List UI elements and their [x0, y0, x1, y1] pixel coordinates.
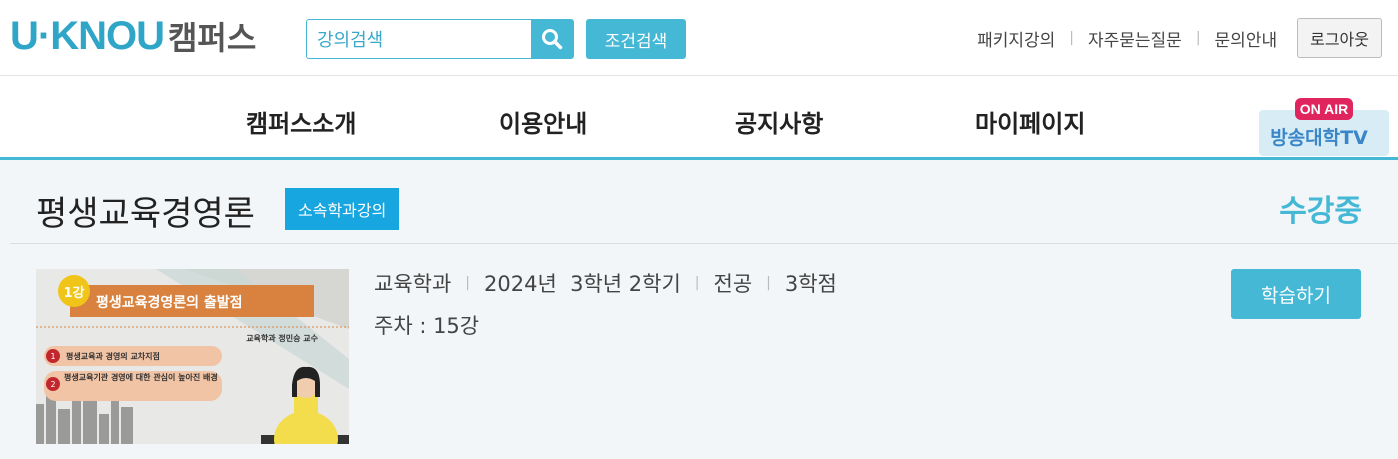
course-meta: 교육학과 | 2024년 3학년 2학기 | 전공 | 3학점 — [374, 268, 837, 298]
thumbnail-graphic: 1강 평생교육경영론의 출발점 교육학과 정민승 교수 1 평생교육과 경영의 … — [36, 269, 349, 444]
logo-main: U·KNOU — [10, 13, 165, 58]
course-title: 평생교육경영론 — [36, 194, 255, 234]
nav-item-mypage[interactable]: 마이페이지 — [975, 104, 1085, 139]
svg-text:1: 1 — [50, 352, 55, 361]
thumbnail-professor: 교육학과 정민승 교수 — [246, 333, 318, 343]
lecture-number: 1강 — [63, 285, 84, 301]
divider — [10, 243, 1398, 244]
course-department: 교육학과 — [374, 272, 452, 296]
course-term: 2024년 3학년 2학기 — [484, 272, 681, 296]
course-type: 전공 — [713, 272, 753, 296]
separator: | — [1069, 30, 1074, 46]
onair-badge: ON AIR — [1300, 101, 1348, 117]
logo-sub: 캠퍼스 — [167, 19, 257, 57]
thumbnail-point-1: 평생교육과 경영의 교차지점 — [66, 351, 160, 361]
nav-item-guide[interactable]: 이용안내 — [499, 104, 587, 139]
onair-graphic: ON AIR 방송대학TV — [1259, 98, 1389, 156]
search-box — [306, 19, 574, 59]
search-button[interactable] — [531, 20, 573, 58]
separator: | — [465, 275, 470, 291]
separator: | — [766, 275, 771, 291]
main-nav: 캠퍼스소개 이용안내 공지사항 마이페이지 — [0, 76, 1398, 160]
faq-link[interactable]: 자주묻는질문 — [1088, 26, 1182, 51]
onair-tv-banner[interactable]: ON AIR 방송대학TV — [1259, 98, 1389, 156]
logout-button[interactable]: 로그아웃 — [1297, 18, 1382, 58]
nav-item-notice[interactable]: 공지사항 — [735, 104, 823, 139]
search-icon — [542, 29, 563, 50]
onair-label: 방송대학TV — [1270, 127, 1368, 149]
course-panel: 평생교육경영론 소속학과강의 수강중 1강 평생교육경영론의 출발점 교육학과 … — [0, 160, 1398, 459]
thumbnail-heading: 평생교육경영론의 출발점 — [96, 294, 243, 311]
site-logo[interactable]: U·KNOU 캠퍼스 — [10, 14, 256, 58]
svg-text:2: 2 — [50, 380, 55, 389]
top-bar: U·KNOU 캠퍼스 조건검색 패키지강의 | 자주묻는질문 | 문의안내 로그… — [0, 0, 1398, 76]
course-credits: 3학점 — [784, 272, 837, 296]
department-lecture-badge: 소속학과강의 — [285, 188, 400, 230]
course-weeks: 주차 : 15강 — [374, 314, 480, 338]
inquiry-link[interactable]: 문의안내 — [1215, 26, 1278, 51]
package-lecture-link[interactable]: 패키지강의 — [977, 26, 1055, 51]
enrollment-status: 수강중 — [1279, 194, 1362, 229]
separator: | — [694, 275, 700, 291]
thumbnail-point-2: 평생교육기관 경영에 대한 관심이 높아진 배경 — [64, 373, 218, 382]
separator: | — [1195, 30, 1201, 46]
search-input[interactable] — [307, 20, 531, 58]
utility-links: 패키지강의 | 자주묻는질문 | 문의안내 로그아웃 — [977, 18, 1382, 58]
course-thumbnail[interactable]: 1강 평생교육경영론의 출발점 교육학과 정민승 교수 1 평생교육과 경영의 … — [36, 269, 349, 444]
nav-item-campus-intro[interactable]: 캠퍼스소개 — [246, 104, 356, 139]
study-button[interactable]: 학습하기 — [1231, 269, 1361, 319]
condition-search-button[interactable]: 조건검색 — [586, 19, 686, 59]
